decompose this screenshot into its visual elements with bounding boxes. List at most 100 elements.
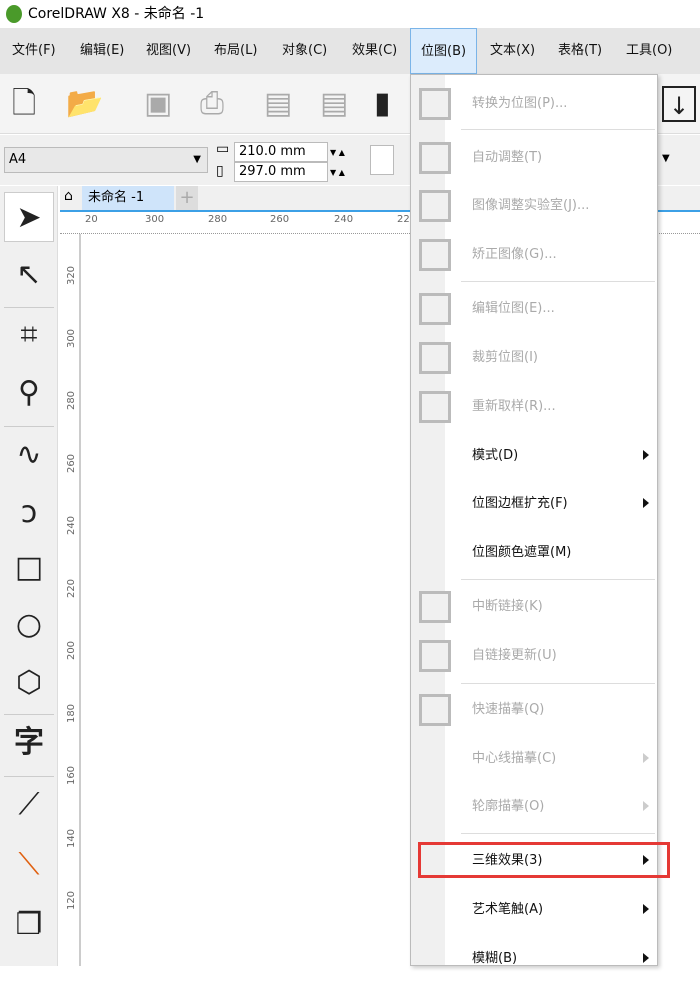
menu-item-8[interactable]: 位图边框扩充(F) bbox=[411, 480, 657, 528]
menu-item-16[interactable]: 艺术笔触(A) bbox=[411, 886, 657, 934]
menu-item-3[interactable]: 矫正图像(G)... bbox=[411, 231, 657, 279]
menu-item-label: 裁剪位图(I) bbox=[472, 350, 538, 365]
rectangle-tool-icon[interactable]: □ bbox=[4, 543, 54, 593]
menu-item-2[interactable]: 图像调整实验室(J)... bbox=[411, 182, 657, 230]
menu-5[interactable]: 效果(C) bbox=[342, 28, 407, 74]
divider bbox=[4, 307, 54, 308]
image-adjustment-lab-icon bbox=[419, 190, 451, 222]
menu-item-4[interactable]: 编辑位图(E)... bbox=[411, 285, 657, 333]
menu-item-5[interactable]: 裁剪位图(I) bbox=[411, 334, 657, 382]
menu-item-label: 中心线描摹(C) bbox=[472, 751, 557, 766]
page-height-value: 297.0 mm bbox=[239, 164, 306, 179]
highlight-box bbox=[418, 842, 670, 878]
coreldraw-logo-icon bbox=[6, 5, 22, 23]
menu-7[interactable]: 文本(X) bbox=[480, 28, 545, 74]
menu-4[interactable]: 对象(C) bbox=[272, 28, 337, 74]
portrait-button[interactable] bbox=[370, 145, 394, 175]
menu-item-6[interactable]: 重新取样(R)... bbox=[411, 383, 657, 431]
update-link-icon bbox=[419, 640, 451, 672]
menu-3[interactable]: 布局(L) bbox=[204, 28, 267, 74]
menu-8[interactable]: 表格(T) bbox=[548, 28, 612, 74]
menu-separator bbox=[461, 579, 655, 580]
menu-6[interactable]: 位图(B) bbox=[410, 28, 478, 74]
new-document-icon[interactable]: 🗋 bbox=[12, 86, 36, 122]
ellipse-tool-icon[interactable]: ○ bbox=[4, 600, 54, 650]
submenu-arrow-icon bbox=[643, 753, 649, 763]
menu-item-label: 艺术笔触(A) bbox=[472, 902, 544, 917]
freehand-tool-icon[interactable]: ∿ bbox=[4, 430, 54, 480]
cut-icon[interactable]: ▤ bbox=[264, 86, 292, 122]
width-spinner[interactable]: ▼ ▲ bbox=[330, 143, 345, 163]
convert-to-bitmap-icon bbox=[419, 88, 451, 120]
page-size-select[interactable]: A4 ▼ bbox=[4, 147, 208, 173]
chevron-down-icon[interactable]: ▼ bbox=[662, 153, 670, 164]
resample-icon bbox=[419, 391, 451, 423]
menu-item-label: 编辑位图(E)... bbox=[472, 301, 555, 316]
import-icon[interactable]: ↓ bbox=[662, 86, 696, 122]
ruler-tick-label: 280 bbox=[208, 214, 228, 225]
add-tab-button[interactable]: + bbox=[176, 186, 198, 210]
ruler-tick-label: 260 bbox=[66, 453, 78, 473]
crop-bitmap-icon bbox=[419, 342, 451, 374]
menu-2[interactable]: 视图(V) bbox=[136, 28, 201, 74]
open-folder-icon[interactable]: 📂 bbox=[66, 86, 103, 122]
menu-item-12[interactable]: 快速描摹(Q) bbox=[411, 686, 657, 734]
home-icon[interactable]: ⌂ bbox=[64, 188, 73, 204]
ruler-tick-label: 20 bbox=[85, 214, 98, 225]
menu-item-7[interactable]: 模式(D) bbox=[411, 432, 657, 480]
menu-item-14[interactable]: 轮廓描摹(O) bbox=[411, 783, 657, 831]
text-tool-icon[interactable]: 字 bbox=[4, 718, 54, 768]
artistic-media-icon[interactable]: ↄ bbox=[4, 488, 54, 538]
menu-item-17[interactable]: 模糊(B) bbox=[411, 935, 657, 983]
menu-item-0[interactable]: 转换为位图(P)... bbox=[411, 80, 657, 128]
page-size-value: A4 bbox=[9, 152, 27, 167]
dimension-tool-icon[interactable]: ⟋ bbox=[4, 780, 54, 830]
zoom-tool-icon[interactable]: ⚲ bbox=[4, 368, 54, 418]
paste-icon[interactable]: ▮ bbox=[374, 86, 391, 122]
menu-1[interactable]: 编辑(E) bbox=[70, 28, 134, 74]
title-bar: CorelDRAW X8 - 未命名 -1 bbox=[0, 0, 700, 28]
ruler-tick-label: 240 bbox=[334, 214, 354, 225]
print-icon[interactable]: ⎙ bbox=[200, 86, 224, 122]
straighten-image-icon bbox=[419, 239, 451, 271]
copy-icon[interactable]: ▤ bbox=[320, 86, 348, 122]
menu-separator bbox=[461, 683, 655, 684]
ruler-tick-label: 220 bbox=[66, 578, 78, 598]
polygon-tool-icon[interactable]: ⬡ bbox=[4, 658, 54, 708]
menu-item-13[interactable]: 中心线描摹(C) bbox=[411, 735, 657, 783]
break-link-icon bbox=[419, 591, 451, 623]
toolbox: ➤ ↖ ⌗ ⚲ ∿ ↄ □ ○ ⬡ 字 ⟋ ⟍ ❐ bbox=[0, 186, 58, 966]
shape-tool-icon[interactable]: ↖ bbox=[4, 250, 54, 300]
height-spinner[interactable]: ▼ ▲ bbox=[330, 163, 345, 183]
height-icon: ▯ bbox=[216, 163, 224, 179]
vertical-ruler[interactable]: 320 300 280 260 240 220 200 180 160 140 120 bbox=[60, 234, 80, 966]
menu-item-9[interactable]: 位图颜色遮罩(M) bbox=[411, 529, 657, 577]
submenu-arrow-icon bbox=[643, 450, 649, 460]
ruler-tick-label: 200 bbox=[66, 640, 78, 661]
menu-item-label: 矫正图像(G)... bbox=[472, 247, 557, 262]
menu-item-label: 自链接更新(U) bbox=[472, 648, 557, 663]
menu-item-label: 位图边框扩充(F) bbox=[472, 496, 568, 511]
page-height-input[interactable]: 297.0 mm bbox=[234, 162, 328, 182]
connector-tool-icon[interactable]: ⟍ bbox=[4, 840, 54, 890]
drop-shadow-tool-icon[interactable]: ❐ bbox=[4, 900, 54, 950]
menu-9[interactable]: 工具(O) bbox=[616, 28, 682, 74]
menu-item-label: 自动调整(T) bbox=[472, 150, 543, 165]
divider bbox=[4, 714, 54, 715]
page-width-input[interactable]: 210.0 mm bbox=[234, 142, 328, 162]
divider bbox=[4, 776, 54, 777]
canvas[interactable] bbox=[80, 234, 410, 966]
ruler-tick-label: 140 bbox=[66, 828, 78, 848]
menu-item-10[interactable]: 中断链接(K) bbox=[411, 583, 657, 631]
menu-item-11[interactable]: 自链接更新(U) bbox=[411, 632, 657, 680]
menu-item-label: 轮廓描摹(O) bbox=[472, 799, 545, 814]
menu-0[interactable]: 文件(F) bbox=[2, 28, 66, 74]
crop-tool-icon[interactable]: ⌗ bbox=[4, 310, 54, 360]
menu-item-1[interactable]: 自动调整(T) bbox=[411, 134, 657, 182]
save-icon[interactable]: ▣ bbox=[144, 86, 172, 122]
menu-item-label: 模糊(B) bbox=[472, 951, 518, 966]
pick-tool-icon[interactable]: ➤ bbox=[4, 192, 54, 242]
bitmap-menu: 转换为位图(P)... 自动调整(T) 图像调整实验室(J)... 矫正图像(G)..… bbox=[410, 74, 658, 966]
tab-document[interactable]: 未命名 -1 bbox=[82, 186, 174, 210]
submenu-arrow-icon bbox=[643, 953, 649, 963]
